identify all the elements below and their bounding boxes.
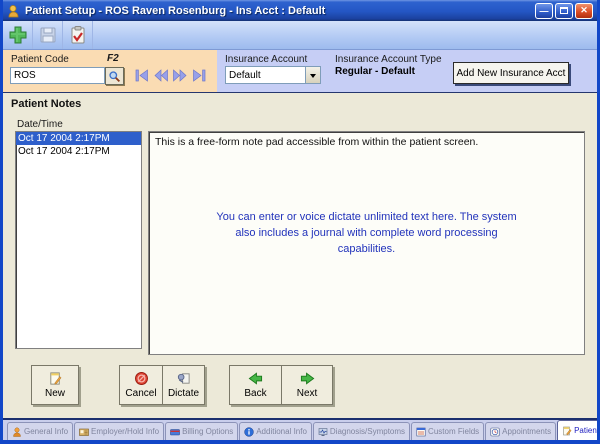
tab-label: Appointments <box>502 427 551 436</box>
cancel-icon <box>134 371 149 386</box>
notes-icon <box>562 426 572 436</box>
add-button[interactable] <box>3 21 33 49</box>
nav-first-icon[interactable] <box>135 69 149 82</box>
checklist-button[interactable] <box>63 21 93 49</box>
clock-icon <box>490 427 500 437</box>
insurance-account-select[interactable]: Default <box>225 66 321 84</box>
info-icon <box>244 427 254 437</box>
dropdown-arrow-icon[interactable] <box>305 67 320 83</box>
nav-last-icon[interactable] <box>192 69 206 82</box>
patient-setup-window: Patient Setup - ROS Raven Rosenburg - In… <box>0 0 600 444</box>
insurance-account-type-value: Regular - Default <box>335 66 415 77</box>
nav-previous-icon[interactable] <box>154 69 168 82</box>
note-text-area[interactable]: This is a free-form note pad accessible … <box>148 131 585 355</box>
tab-additional-info[interactable]: Additional Info <box>239 422 312 440</box>
tab-appointments[interactable]: Appointments <box>485 422 556 440</box>
app-icon <box>7 4 21 18</box>
clipboard-check-icon <box>68 25 88 45</box>
title-bar: Patient Setup - ROS Raven Rosenburg - In… <box>3 0 597 21</box>
tab-label: Billing Options <box>182 427 233 436</box>
patient-code-label: Patient Code <box>11 54 69 65</box>
tab-label: Additional Info <box>256 427 307 436</box>
notes-datetime-list[interactable]: Oct 17 2004 2:17PM Oct 17 2004 2:17PM <box>15 131 142 349</box>
header-panels: Patient Code F2 <box>3 50 597 93</box>
plus-icon <box>8 25 28 45</box>
close-button[interactable]: ✕ <box>575 3 593 19</box>
tab-label: Employer/Hold Info <box>91 427 159 436</box>
diagnosis-icon <box>318 427 328 437</box>
search-button[interactable] <box>105 67 124 85</box>
patient-code-panel: Patient Code F2 <box>3 50 217 92</box>
tab-general-info[interactable]: General Info <box>7 422 73 440</box>
tab-employer-hold-info[interactable]: Employer/Hold Info <box>74 422 164 440</box>
back-button[interactable]: Back <box>229 365 281 405</box>
list-item[interactable]: Oct 17 2004 2:17PM <box>16 132 141 145</box>
patient-code-input[interactable] <box>10 67 105 84</box>
new-button[interactable]: New <box>31 365 79 405</box>
tab-label: Custom Fields <box>428 427 479 436</box>
insurance-account-value: Default <box>226 70 305 81</box>
bottom-tab-bar: General Info Employer/Hold Info Billing … <box>3 418 597 440</box>
tab-custom-fields[interactable]: Custom Fields <box>411 422 484 440</box>
next-button[interactable]: Next <box>281 365 333 405</box>
nav-next-icon[interactable] <box>173 69 187 82</box>
list-item[interactable]: Oct 17 2004 2:17PM <box>16 145 141 158</box>
back-arrow-icon <box>248 371 263 386</box>
tab-label: General Info <box>24 427 68 436</box>
section-title: Patient Notes <box>11 98 81 110</box>
tab-label: Patient Notes <box>574 426 597 435</box>
patient-notes-content: Patient Notes Date/Time Oct 17 2004 2:17… <box>3 93 597 418</box>
new-note-icon <box>48 371 63 386</box>
action-buttons: New Cancel Dictate <box>3 365 597 407</box>
billing-card-icon <box>170 427 180 437</box>
next-arrow-icon <box>300 371 315 386</box>
id-card-icon <box>79 427 89 437</box>
back-button-label: Back <box>244 388 266 399</box>
dictate-button-label: Dictate <box>168 388 199 399</box>
note-text: This is a free-form note pad accessible … <box>155 136 578 148</box>
cancel-button[interactable]: Cancel <box>119 365 162 405</box>
custom-fields-icon <box>416 427 426 437</box>
minimize-button[interactable]: — <box>535 3 553 19</box>
maximize-button[interactable] <box>555 3 573 19</box>
save-button[interactable] <box>33 21 63 49</box>
insurance-account-label: Insurance Account <box>225 54 307 65</box>
add-new-insurance-acct-button[interactable]: Add New Insurance Acct <box>453 62 569 84</box>
dictate-button[interactable]: Dictate <box>162 365 205 405</box>
dictate-icon <box>176 371 191 386</box>
tab-label: Diagnosis/Symptoms <box>330 427 405 436</box>
insurance-account-type-label: Insurance Account Type <box>335 54 442 65</box>
person-icon <box>12 427 22 437</box>
toolbar <box>3 21 597 50</box>
next-button-label: Next <box>297 388 318 399</box>
note-callout-text: You can enter or voice dictate unlimited… <box>155 210 578 258</box>
insurance-panel: Insurance Account Default Insurance Acco… <box>217 50 597 92</box>
search-icon <box>108 70 121 83</box>
f2-label: F2 <box>107 53 119 64</box>
tab-diagnosis-symptoms[interactable]: Diagnosis/Symptoms <box>313 422 410 440</box>
cancel-button-label: Cancel <box>125 388 156 399</box>
tab-billing-options[interactable]: Billing Options <box>165 422 238 440</box>
datetime-column-label: Date/Time <box>17 119 63 130</box>
tab-patient-notes[interactable]: Patient Notes <box>557 420 597 440</box>
new-button-label: New <box>45 388 65 399</box>
floppy-disk-icon <box>38 25 58 45</box>
window-title: Patient Setup - ROS Raven Rosenburg - In… <box>25 5 533 17</box>
